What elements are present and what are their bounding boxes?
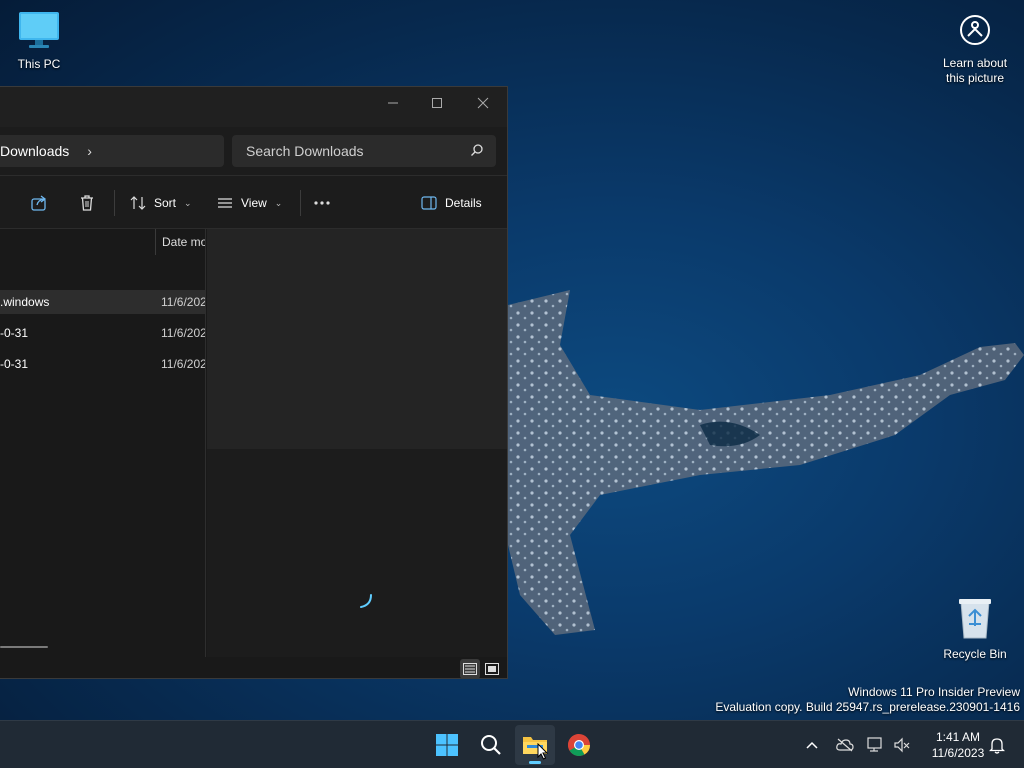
learn-label-line2: this picture bbox=[945, 71, 1005, 85]
title-bar[interactable] bbox=[0, 87, 507, 127]
details-pane bbox=[207, 229, 507, 657]
volume-muted-icon bbox=[894, 737, 910, 753]
horizontal-scrollbar[interactable] bbox=[0, 646, 48, 648]
wallpaper-whale-shark bbox=[508, 290, 1024, 635]
search-icon bbox=[481, 735, 501, 755]
breadcrumb-downloads[interactable]: Downloads bbox=[0, 143, 69, 159]
sort-label: Sort bbox=[154, 196, 177, 210]
watermark-line2: Evaluation copy. Build 25947.rs_prerelea… bbox=[715, 700, 1020, 714]
taskbar: 1:41 AM 11/6/2023 bbox=[0, 720, 1024, 768]
list-item[interactable]: -0-31 11/6/202 bbox=[0, 352, 206, 376]
view-button[interactable]: View ⌄ bbox=[217, 176, 282, 230]
minimize-button[interactable] bbox=[370, 87, 416, 119]
view-label: View bbox=[241, 196, 267, 210]
view-chevron-down-icon: ⌄ bbox=[274, 197, 283, 208]
build-watermark: Windows 11 Pro Insider Preview Evaluatio… bbox=[715, 685, 1020, 715]
list-item[interactable]: -0-31 11/6/202 bbox=[0, 321, 206, 345]
large-icons-view-icon bbox=[485, 663, 499, 675]
details-view-toggle[interactable] bbox=[460, 659, 480, 678]
address-bar[interactable]: Downloads › bbox=[0, 135, 224, 167]
toolbar-separator bbox=[300, 190, 301, 216]
view-list-icon bbox=[218, 198, 232, 208]
recycle-bin-label: Recycle Bin bbox=[943, 647, 1007, 661]
toolbar-separator bbox=[114, 190, 115, 216]
cloud-offline-icon bbox=[836, 738, 854, 752]
show-hidden-icons-button[interactable] bbox=[800, 721, 824, 768]
file-name: -0-31 bbox=[0, 326, 29, 340]
share-button[interactable] bbox=[30, 176, 48, 230]
file-list[interactable]: Date mo .windows 11/6/202 -0-31 11/6/202… bbox=[0, 229, 206, 657]
file-date: 11/6/202 bbox=[161, 357, 206, 371]
learn-about-picture-icon[interactable]: Learn about this picture bbox=[938, 10, 1012, 86]
file-explorer-taskbar-button[interactable] bbox=[515, 725, 555, 765]
ellipsis-icon bbox=[314, 201, 330, 205]
start-button[interactable] bbox=[427, 725, 467, 765]
sort-button[interactable]: Sort ⌄ bbox=[130, 176, 192, 230]
details-pane-icon bbox=[421, 196, 437, 210]
details-pane-button[interactable]: Details bbox=[421, 176, 482, 230]
watermark-line1: Windows 11 Pro Insider Preview bbox=[848, 685, 1020, 699]
recycle-bin-desktop-icon[interactable]: Recycle Bin bbox=[940, 596, 1010, 662]
maximize-button[interactable] bbox=[414, 87, 460, 119]
network-tray-button[interactable] bbox=[864, 721, 888, 768]
sort-chevron-down-icon: ⌄ bbox=[184, 197, 192, 208]
column-header-date-modified[interactable]: Date mo bbox=[155, 229, 205, 255]
list-item[interactable]: .windows 11/6/202 bbox=[0, 290, 206, 314]
search-taskbar-button[interactable] bbox=[471, 725, 511, 765]
address-row: Downloads › Search Downloads bbox=[0, 127, 507, 175]
learn-label-line1: Learn about bbox=[942, 56, 1008, 70]
file-date: 11/6/202 bbox=[161, 295, 206, 309]
status-bar bbox=[0, 657, 507, 678]
tiles-view-toggle[interactable] bbox=[482, 659, 502, 678]
minimize-icon bbox=[388, 102, 398, 104]
camera-info-icon bbox=[960, 15, 990, 45]
sort-arrows-icon bbox=[130, 196, 146, 210]
file-date: 11/6/202 bbox=[161, 326, 206, 340]
network-icon bbox=[867, 737, 882, 752]
close-icon bbox=[477, 97, 489, 109]
this-pc-desktop-icon[interactable]: This PC bbox=[8, 10, 70, 72]
bell-icon bbox=[989, 738, 1005, 754]
recycle-bin-icon bbox=[959, 599, 991, 639]
this-pc-label: This PC bbox=[17, 57, 61, 71]
mouse-cursor-icon bbox=[537, 743, 549, 760]
search-input[interactable]: Search Downloads bbox=[232, 135, 496, 167]
more-options-button[interactable] bbox=[313, 176, 331, 230]
content-area: Date mo .windows 11/6/202 -0-31 11/6/202… bbox=[0, 229, 507, 657]
notifications-button[interactable] bbox=[984, 721, 1010, 768]
details-view-icon bbox=[463, 663, 477, 675]
volume-tray-button[interactable] bbox=[890, 721, 914, 768]
monitor-icon bbox=[19, 12, 59, 48]
chrome-icon bbox=[568, 734, 590, 756]
chevron-up-icon bbox=[806, 741, 818, 749]
file-explorer-window: Downloads › Search Downloads Sort ⌄ View… bbox=[0, 86, 508, 679]
windows-logo-icon bbox=[436, 734, 458, 756]
details-label: Details bbox=[445, 196, 482, 210]
active-app-indicator bbox=[529, 761, 541, 764]
delete-button[interactable] bbox=[78, 176, 96, 230]
loading-spinner-icon bbox=[360, 594, 372, 608]
file-name: -0-31 bbox=[0, 357, 29, 371]
command-bar: Sort ⌄ View ⌄ Details bbox=[0, 175, 507, 229]
details-pane-header bbox=[207, 229, 507, 449]
onedrive-tray-button[interactable] bbox=[832, 721, 858, 768]
close-button[interactable] bbox=[460, 87, 506, 119]
search-icon bbox=[471, 144, 483, 156]
breadcrumb-chevron-icon[interactable]: › bbox=[87, 143, 92, 159]
maximize-icon bbox=[432, 98, 442, 108]
file-name: .windows bbox=[0, 295, 50, 309]
chrome-taskbar-button[interactable] bbox=[559, 725, 599, 765]
trash-icon bbox=[81, 195, 93, 211]
share-icon bbox=[31, 195, 47, 211]
search-placeholder: Search Downloads bbox=[246, 143, 364, 159]
